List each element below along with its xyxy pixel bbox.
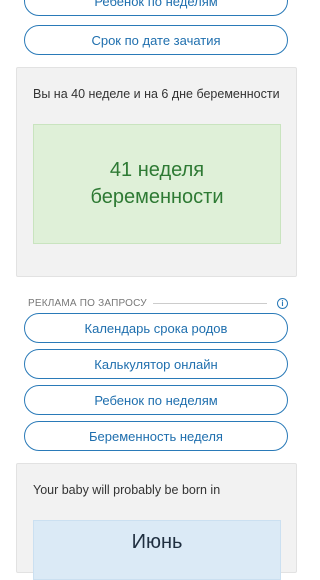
birth-month-highlight: Июнь	[33, 520, 281, 580]
week-caption: беременности	[90, 186, 224, 208]
pregnancy-week-highlight: 41 неделя беременности	[33, 124, 281, 244]
week-number: 41 неделя	[109, 159, 205, 181]
ad-header: РЕКЛАМА ПО ЗАПРОСУ i	[28, 296, 288, 310]
birth-month-value: Июнь	[131, 531, 183, 553]
ad-divider	[152, 302, 267, 304]
ad-link-online-calculator[interactable]: Калькулятор онлайн	[24, 349, 288, 379]
result-card: Вы на 40 неделе и на 6 дне беременности …	[16, 67, 297, 277]
pregnancy-week-text: Вы на 40 неделе и на 6 дне беременности	[33, 87, 280, 101]
button-label: Ребенок по неделям	[94, 392, 218, 408]
term-by-conception-date-button[interactable]: Срок по дате зачатия	[24, 25, 288, 55]
button-label: Срок по дате зачатия	[91, 32, 221, 48]
button-label: Календарь срока родов	[84, 320, 228, 336]
button-label: Беременность неделя	[89, 428, 223, 444]
birth-month-card: Your baby will probably be born in Июнь	[16, 463, 297, 580]
ad-link-due-date-calendar[interactable]: Календарь срока родов	[24, 313, 288, 343]
birth-month-text: Your baby will probably be born in	[33, 483, 221, 497]
ad-link-pregnancy-week[interactable]: Беременность неделя	[24, 421, 288, 451]
ad-link-baby-by-weeks[interactable]: Ребенок по неделям	[24, 385, 288, 415]
info-icon[interactable]: i	[277, 297, 288, 309]
button-label: Ребенок по неделям	[94, 0, 218, 9]
button-label: Калькулятор онлайн	[94, 356, 218, 372]
ad-label: РЕКЛАМА ПО ЗАПРОСУ	[28, 297, 147, 309]
baby-by-weeks-button[interactable]: Ребенок по неделям	[24, 0, 288, 16]
